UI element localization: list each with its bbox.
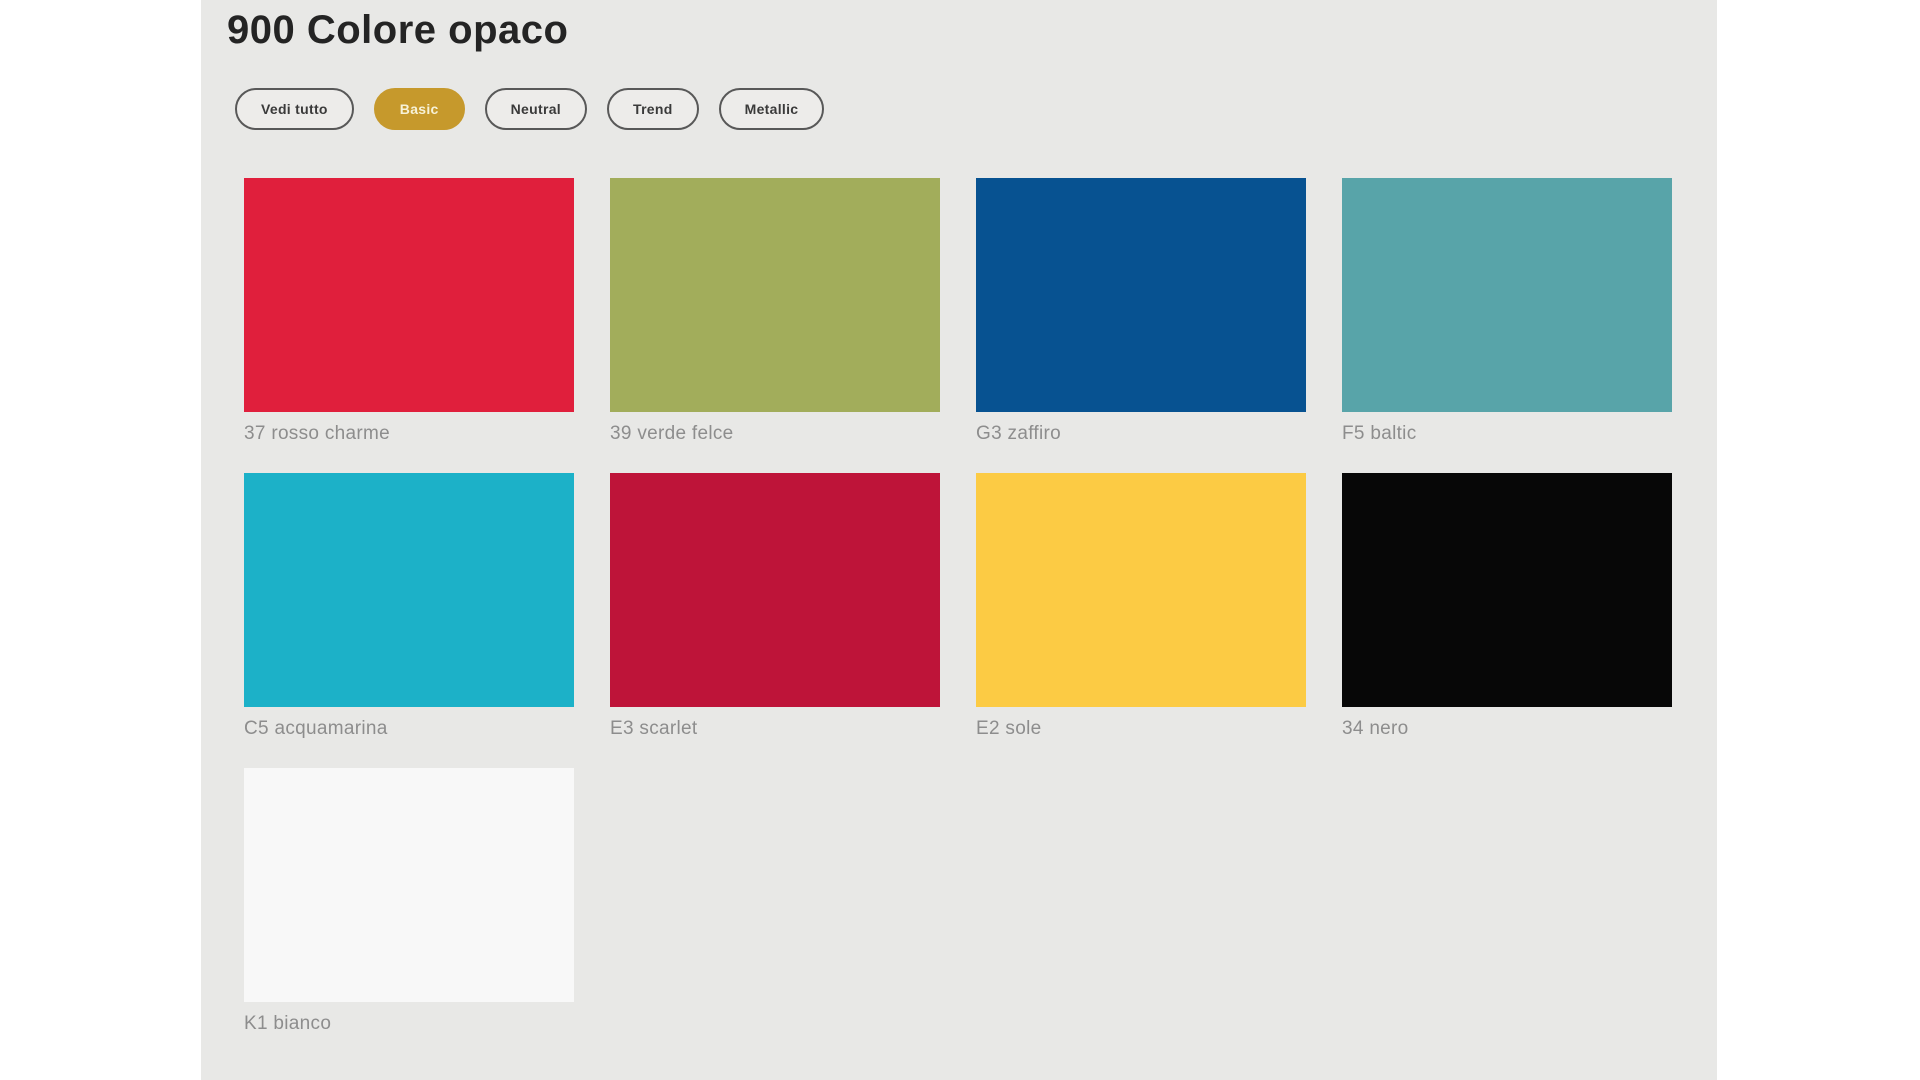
swatch-label: E3 scarlet bbox=[610, 716, 940, 742]
swatch-grid: 37 rosso charme 39 verde felce G3 zaffir… bbox=[244, 178, 1717, 1037]
filter-pill-neutral[interactable]: Neutral bbox=[485, 88, 587, 130]
filter-pill-vedi-tutto[interactable]: Vedi tutto bbox=[235, 88, 354, 130]
color-swatch-sole[interactable] bbox=[976, 473, 1306, 707]
swatch-cell: G3 zaffiro bbox=[976, 178, 1306, 447]
swatch-cell: 37 rosso charme bbox=[244, 178, 574, 447]
swatch-cell: K1 bianco bbox=[244, 768, 574, 1037]
swatch-label: C5 acquamarina bbox=[244, 716, 574, 742]
swatch-label: G3 zaffiro bbox=[976, 421, 1306, 447]
color-swatch-bianco[interactable] bbox=[244, 768, 574, 1002]
color-swatch-baltic[interactable] bbox=[1342, 178, 1672, 412]
swatch-cell: E3 scarlet bbox=[610, 473, 940, 742]
swatch-label: K1 bianco bbox=[244, 1011, 574, 1037]
color-swatch-verde-felce[interactable] bbox=[610, 178, 940, 412]
swatch-cell: F5 baltic bbox=[1342, 178, 1672, 447]
swatch-cell: 34 nero bbox=[1342, 473, 1672, 742]
swatch-label: 39 verde felce bbox=[610, 421, 940, 447]
filter-pill-metallic[interactable]: Metallic bbox=[719, 88, 825, 130]
color-swatch-rosso-charme[interactable] bbox=[244, 178, 574, 412]
content-panel: 900 Colore opaco Vedi tutto Basic Neutra… bbox=[201, 0, 1717, 1080]
color-swatch-zaffiro[interactable] bbox=[976, 178, 1306, 412]
page-title: 900 Colore opaco bbox=[227, 8, 1717, 52]
filter-pill-row: Vedi tutto Basic Neutral Trend Metallic bbox=[235, 88, 1717, 130]
swatch-label: 37 rosso charme bbox=[244, 421, 574, 447]
filter-pill-basic[interactable]: Basic bbox=[374, 88, 465, 130]
swatch-cell: E2 sole bbox=[976, 473, 1306, 742]
swatch-cell: C5 acquamarina bbox=[244, 473, 574, 742]
swatch-label: F5 baltic bbox=[1342, 421, 1672, 447]
swatch-label: E2 sole bbox=[976, 716, 1306, 742]
filter-pill-trend[interactable]: Trend bbox=[607, 88, 699, 130]
color-swatch-scarlet[interactable] bbox=[610, 473, 940, 707]
swatch-label: 34 nero bbox=[1342, 716, 1672, 742]
color-swatch-acquamarina[interactable] bbox=[244, 473, 574, 707]
color-swatch-nero[interactable] bbox=[1342, 473, 1672, 707]
content-area: 900 Colore opaco Vedi tutto Basic Neutra… bbox=[201, 0, 1717, 1037]
swatch-cell: 39 verde felce bbox=[610, 178, 940, 447]
